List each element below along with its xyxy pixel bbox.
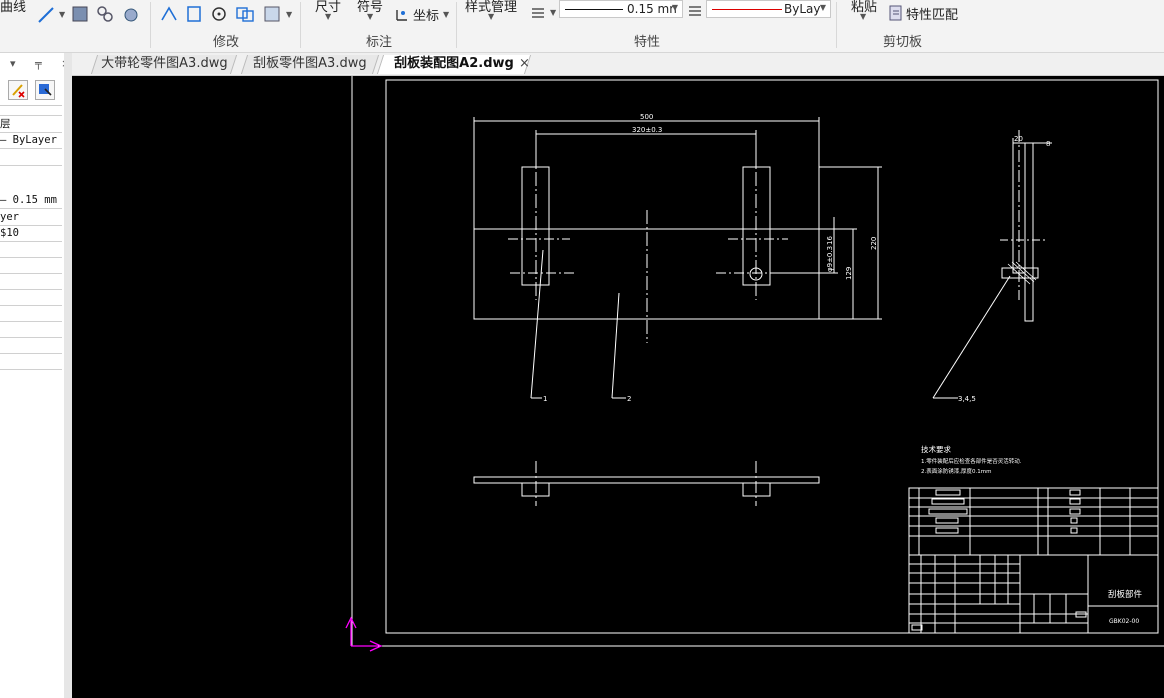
leader-1 (530, 249, 544, 399)
tech-requirement-line: 2.表面涂防锈漆,厚度0.1mm (921, 467, 991, 475)
copy-icon[interactable] (235, 4, 255, 24)
scale-icon[interactable] (184, 4, 204, 24)
chevron-down-icon[interactable]: ▼ (325, 12, 331, 21)
property-row[interactable] (0, 289, 62, 306)
ribbon-separator (300, 2, 301, 48)
dim-text-16: 16 (826, 236, 834, 245)
property-row[interactable] (0, 353, 62, 370)
leader-2 (611, 292, 620, 399)
dim-text-8: 8 (1046, 140, 1050, 148)
group-label-annotate: 标注 (366, 35, 393, 50)
region-icon[interactable] (95, 4, 115, 24)
property-row[interactable]: 层 (0, 115, 62, 133)
drawing-svg: 500 320±0.3 20 8 220 129 16 φ9±0.3 1 2 3… (345, 76, 1164, 652)
dim-text-220: 220 (870, 237, 878, 250)
title-block-code: GBK02-00 (1109, 618, 1139, 625)
bottom-view-plate (473, 476, 820, 484)
property-row[interactable]: — ByLayer (0, 132, 62, 149)
ribbon-separator (836, 2, 837, 48)
property-row[interactable] (0, 305, 62, 322)
chevron-down-icon[interactable]: ▼ (860, 12, 866, 21)
array-icon[interactable] (262, 4, 282, 24)
property-row[interactable] (0, 257, 62, 274)
linetype-icon[interactable] (528, 3, 548, 23)
tab-big-pulley-a3[interactable]: 大带轮零件图A3.dwg (90, 55, 238, 74)
lineweight-value: 0.15 mn (627, 2, 677, 16)
color-value: ByLay (784, 2, 821, 16)
rotate-icon[interactable] (209, 4, 229, 24)
property-row[interactable] (0, 149, 62, 166)
group-label-clipboard: 剪切板 (883, 35, 923, 50)
tab-scraper-part-a3[interactable]: 刮板零件图A3.dwg (240, 55, 380, 74)
dim-text-phi: φ9±0.3 (826, 246, 834, 272)
tech-requirements-title: 技术要求 (921, 444, 951, 454)
callout-2: 2 (627, 395, 631, 403)
properties-panel: ▾ ╤ × 层 — ByLayer — 0.15 mm yer $10 (0, 53, 70, 698)
ribbon-toolbar: 曲线 ▼ ▼ 修改 尺寸 ▼ 符号 ▼ 坐标 ▼ 标注 样式管理 ▼ ▼ 0.1… (0, 0, 1164, 53)
drawing-canvas[interactable]: 500 320±0.3 20 8 220 129 16 φ9±0.3 1 2 3… (72, 76, 1164, 698)
curve-button[interactable]: 曲线 (0, 0, 26, 15)
tech-requirement-line: 1.零件装配后应检查各部件是否灵活转动. (921, 457, 1022, 465)
panel-button-row (0, 77, 62, 106)
coordinate-icon[interactable] (393, 4, 413, 24)
drawing-frame (385, 79, 1159, 634)
hatch-icon[interactable] (70, 4, 90, 24)
stretch-icon[interactable] (159, 4, 179, 24)
dim-text-129: 129 (845, 267, 853, 280)
document-tab-bar: 大带轮零件图A3.dwg 刮板零件图A3.dwg 刮板装配图A2.dwg × (72, 53, 1164, 76)
property-row[interactable] (0, 337, 62, 354)
dim-text-500: 500 (640, 113, 653, 121)
line-icon[interactable] (36, 5, 56, 25)
leader-345 (932, 275, 1011, 399)
ribbon-separator (456, 2, 457, 48)
callout-345: 3,4,5 (958, 395, 976, 403)
chevron-down-icon[interactable]: ▼ (367, 12, 373, 21)
side-plate (1024, 142, 1034, 322)
layer-color-icon[interactable] (686, 1, 706, 21)
property-row[interactable] (0, 273, 62, 290)
quick-select-icon[interactable] (35, 80, 55, 100)
chevron-down-icon: ▼ (819, 3, 826, 12)
property-row[interactable]: — 0.15 mm (0, 192, 62, 209)
chevron-down-icon[interactable]: ▼ (286, 10, 292, 19)
boundary-icon[interactable] (121, 4, 141, 24)
property-row[interactable]: yer (0, 209, 62, 226)
property-row[interactable] (0, 321, 62, 338)
callout-1: 1 (543, 395, 547, 403)
chevron-down-icon[interactable]: ▼ (550, 8, 556, 17)
property-row[interactable]: $10 (0, 225, 62, 242)
title-block-name: 刮板部件 (1108, 589, 1143, 600)
group-label-properties: 特性 (634, 35, 661, 50)
chevron-down-icon[interactable]: ▼ (443, 10, 449, 19)
match-properties-icon[interactable] (886, 3, 906, 23)
chevron-down-icon[interactable]: ▼ (488, 12, 494, 21)
color-select[interactable]: ByLay ▼ (706, 0, 831, 18)
match-properties-button[interactable]: 特性匹配 (906, 4, 958, 23)
clear-properties-icon[interactable] (8, 80, 28, 100)
dim-text-20: 20 (1014, 135, 1023, 143)
tab-scraper-assembly-a2[interactable]: 刮板装配图A2.dwg (376, 55, 532, 74)
chevron-down-icon: ▼ (671, 3, 678, 12)
chevron-down-icon[interactable]: ▼ (59, 10, 65, 19)
lineweight-select[interactable]: 0.15 mn ▼ (559, 0, 683, 18)
close-icon[interactable]: × (519, 56, 530, 71)
group-label-modify: 修改 (213, 35, 240, 50)
color-sample (712, 9, 782, 10)
coordinate-button[interactable]: 坐标 (413, 5, 439, 24)
panel-splitter[interactable] (64, 53, 72, 698)
dim-text-320: 320±0.3 (632, 126, 662, 134)
property-row[interactable] (0, 241, 62, 258)
lineweight-sample (565, 9, 623, 10)
ucs-icon (345, 616, 383, 652)
ribbon-separator (150, 2, 151, 48)
